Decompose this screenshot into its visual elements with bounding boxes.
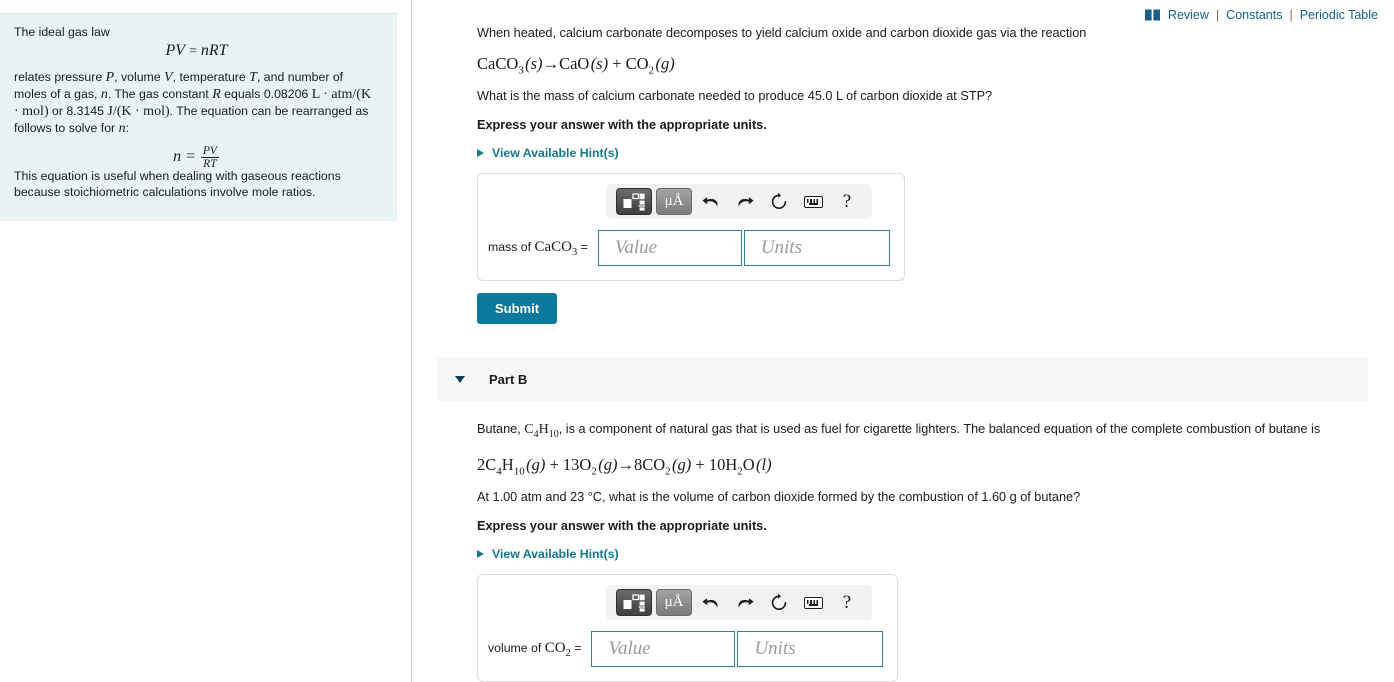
part-a-answer-label: mass of CaCO3 =: [488, 239, 598, 258]
part-b-label-prefix: volume of: [488, 640, 545, 655]
part-b-question: At 1.00 atm and 23 °C, what is the volum…: [477, 490, 1081, 505]
part-a-intro: When heated, calcium carbonate decompose…: [477, 26, 1087, 40]
reference-panel-content: The ideal gas law PV = nRT relates press…: [0, 14, 397, 212]
part-b-hint-toggle[interactable]: View Available Hint(s): [477, 547, 1370, 561]
help-label: ?: [842, 190, 852, 212]
ref-frag-7: equals 0.08206: [220, 87, 309, 101]
ref-frag-8: or 8.3145: [48, 104, 108, 118]
var-P: P: [105, 70, 115, 85]
var-R: R: [212, 87, 221, 102]
part-b-hint-label: View Available Hint(s): [492, 547, 619, 562]
moles-equation: n = PV RT: [14, 145, 379, 170]
part-a-math-toolbar: μÅ ?: [606, 184, 872, 220]
part-b-intro-a: Butane,: [477, 422, 525, 437]
help-label: ?: [842, 591, 852, 613]
part-b-instruction: Express your answer with the appropriate…: [477, 519, 767, 534]
part-a-question: What is the mass of calcium carbonate ne…: [477, 89, 993, 104]
part-b-intro-chem: C4H10: [524, 422, 559, 441]
moles-equation-lhs: n =: [173, 148, 196, 166]
reference-closing: This equation is useful when dealing wit…: [14, 169, 341, 199]
part-a-body: When heated, calcium carbonate decompose…: [412, 0, 1394, 325]
part-a-hint-label: View Available Hint(s): [492, 146, 619, 161]
part-a-equation: CaCO3 (s)→CaO (s) + CO2 (g): [477, 54, 675, 77]
main-content: When heated, calcium carbonate decompose…: [412, 0, 1394, 682]
page-root: The ideal gas law PV = nRT relates press…: [0, 0, 1394, 682]
part-a-label-chem: CaCO3: [534, 238, 578, 258]
part-a-value-input[interactable]: [597, 230, 742, 267]
ref-frag-1: relates pressure: [14, 70, 106, 84]
chevron-right-icon: [477, 550, 484, 559]
part-a-hint-toggle[interactable]: View Available Hint(s): [477, 146, 1370, 160]
var-V: V: [164, 70, 173, 85]
part-a-label-prefix: mass of: [488, 239, 535, 254]
units-palette-button[interactable]: μÅ: [656, 188, 692, 216]
reference-panel: The ideal gas law PV = nRT relates press…: [0, 13, 397, 221]
help-icon[interactable]: ?: [832, 589, 862, 616]
part-a-label-equals: =: [577, 239, 588, 254]
part-b-body: Butane, C4H10, is a component of natural…: [412, 401, 1394, 682]
fraction-numerator: PV: [202, 145, 217, 157]
part-b-units-input[interactable]: [737, 631, 884, 668]
part-b-intro-b: , is a component of natural gas that is …: [558, 422, 1321, 437]
part-b-intro: Butane, C4H10, is a component of natural…: [477, 421, 1370, 443]
part-a-answer-box: μÅ ? mass of CaCO3 = Value Units: [477, 173, 905, 282]
ref-frag-9: . The equation can: [169, 104, 272, 118]
keyboard-icon[interactable]: [798, 589, 828, 616]
reset-icon[interactable]: [764, 589, 794, 616]
undo-icon[interactable]: [696, 188, 726, 215]
help-icon[interactable]: ?: [832, 188, 862, 215]
part-a-instruction: Express your answer with the appropriate…: [477, 118, 767, 133]
var-n-2: n: [118, 121, 126, 136]
reference-text: The ideal gas law PV = nRT relates press…: [14, 24, 379, 200]
reset-icon[interactable]: [764, 188, 794, 215]
part-b-answer-box: μÅ ? volume of CO2 = Value Units: [477, 574, 899, 682]
units-palette-label: μÅ: [664, 594, 684, 611]
part-b-answer-row: volume of CO2 =: [488, 631, 884, 668]
reference-body: relates pressure P, volume V, temperatur…: [14, 69, 379, 137]
ref-frag-5: moles of a gas,: [14, 87, 101, 101]
math-template-button[interactable]: [616, 188, 652, 216]
part-b-answer-label: volume of CO2 =: [488, 640, 591, 659]
ideal-gas-law-equation: PV = nRT: [165, 42, 228, 60]
gas-constant-units-2: J/(K · mol): [107, 104, 170, 119]
ref-frag-2: , volume: [114, 70, 165, 84]
var-n: n: [100, 87, 108, 102]
part-b-math-toolbar: μÅ ?: [606, 585, 872, 621]
ref-frag-11: :: [125, 121, 129, 135]
ref-frag-3: , temperature: [172, 70, 250, 84]
reference-intro: The ideal gas law: [14, 25, 110, 39]
part-b-title: Part B: [489, 371, 528, 387]
chevron-down-icon[interactable]: [455, 375, 465, 383]
undo-icon[interactable]: [696, 589, 726, 616]
part-a-answer-row: mass of CaCO3 =: [488, 230, 890, 267]
part-b-label-equals: =: [570, 640, 582, 655]
part-b-label-chem: CO2: [544, 639, 571, 659]
redo-icon[interactable]: [730, 589, 760, 616]
part-a-units-input[interactable]: [743, 230, 890, 267]
chevron-right-icon: [477, 149, 484, 158]
part-a-submit-button[interactable]: Submit: [477, 293, 558, 325]
units-palette-button[interactable]: μÅ: [656, 589, 692, 617]
moles-fraction: PV RT: [200, 145, 219, 170]
units-palette-label: μÅ: [664, 193, 684, 210]
keyboard-icon[interactable]: [798, 188, 828, 215]
part-b-equation: 2C4H10 (g) + 13O2 (g)→8CO2 (g) + 10H2O (…: [477, 455, 772, 478]
redo-icon[interactable]: [730, 188, 760, 215]
part-b-value-input[interactable]: [591, 631, 736, 668]
ref-frag-4: , and number of: [256, 70, 344, 84]
var-T: T: [249, 70, 257, 85]
math-template-button[interactable]: [616, 589, 652, 617]
ref-frag-6: . The gas constant: [107, 87, 213, 101]
part-b-header[interactable]: Part B: [437, 357, 1368, 402]
